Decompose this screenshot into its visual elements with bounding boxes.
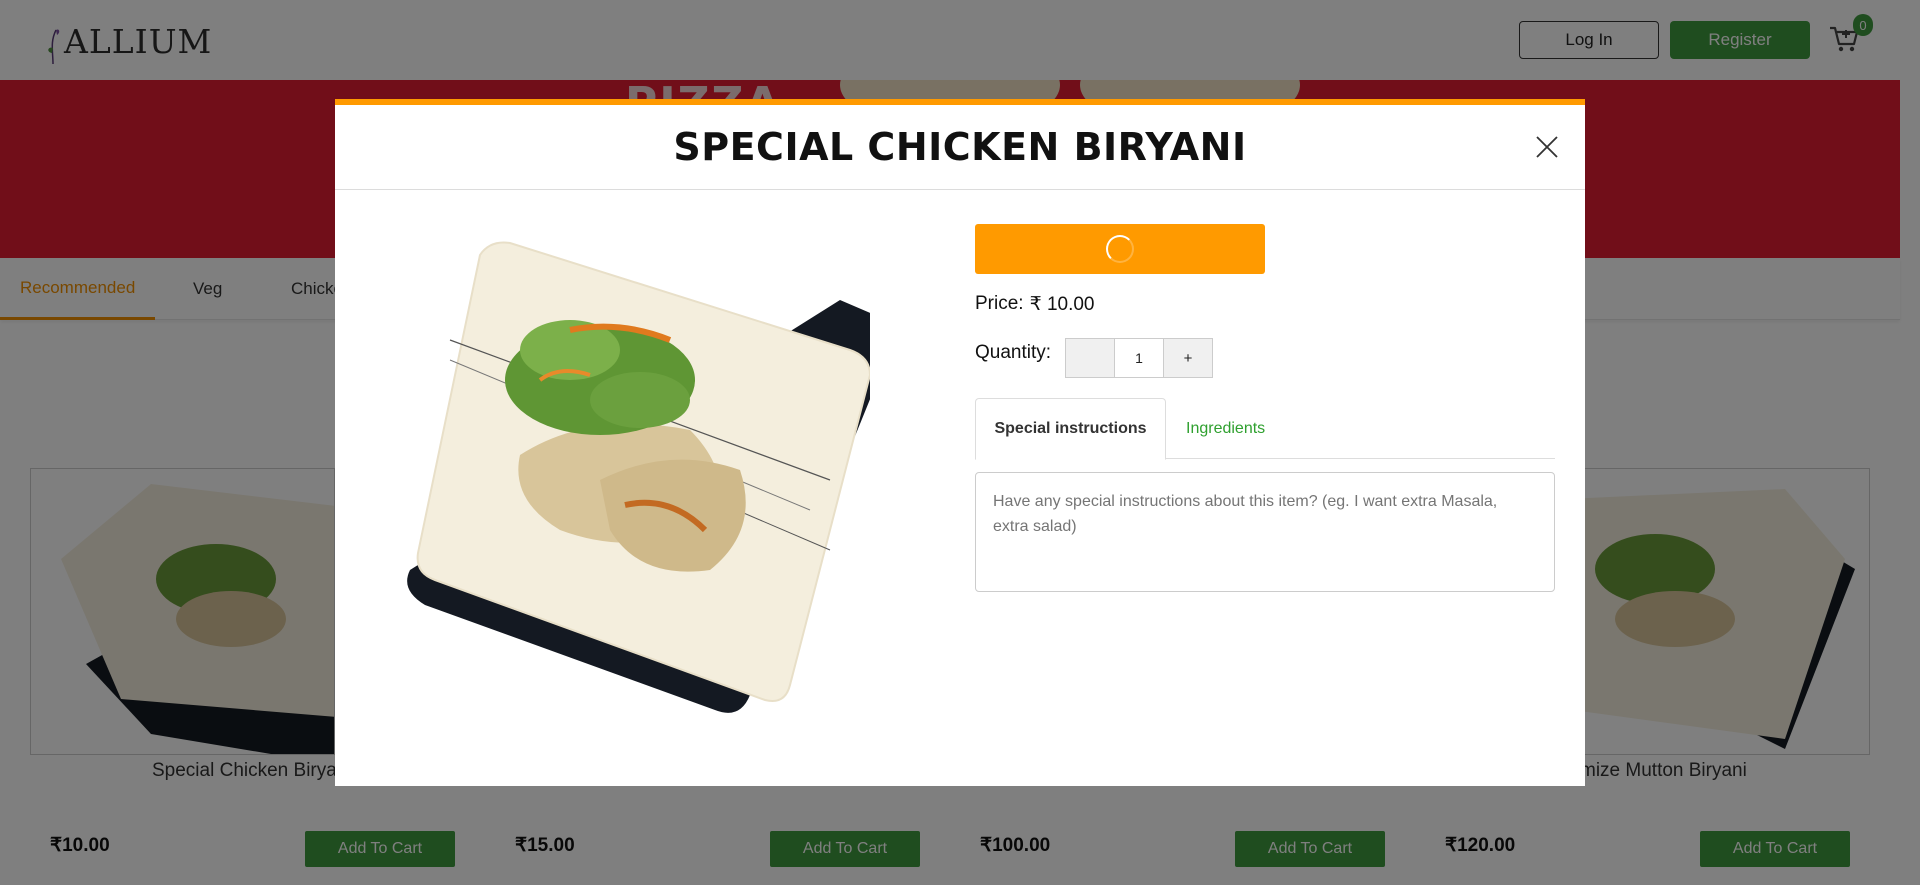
quantity-input[interactable]: 1 (1114, 338, 1164, 378)
price-label: Price: (975, 293, 1024, 314)
close-icon[interactable] (1534, 134, 1560, 160)
quantity-decrement-button[interactable] (1065, 338, 1115, 378)
detail-tabs: Special instructions Ingredients (975, 398, 1555, 460)
product-detail-modal: SPECIAL CHICKEN BIRYANI Price: ₹ 10.00 Q… (335, 99, 1585, 786)
add-to-order-button[interactable] (975, 224, 1265, 274)
tab-ingredients[interactable]: Ingredients (1186, 398, 1265, 459)
price-row: Price: ₹ 10.00 (975, 293, 1095, 316)
tab-special-instructions[interactable]: Special instructions (975, 398, 1166, 460)
quantity-increment-button[interactable]: + (1163, 338, 1213, 378)
dish-image (407, 241, 870, 713)
modal-title: SPECIAL CHICKEN BIRYANI (673, 125, 1247, 169)
price-value: ₹ 10.00 (1029, 294, 1095, 315)
modal-divider (335, 189, 1585, 190)
loading-spinner-icon (1106, 235, 1134, 263)
quantity-label: Quantity: (975, 342, 1052, 363)
special-instructions-input[interactable] (975, 472, 1555, 592)
